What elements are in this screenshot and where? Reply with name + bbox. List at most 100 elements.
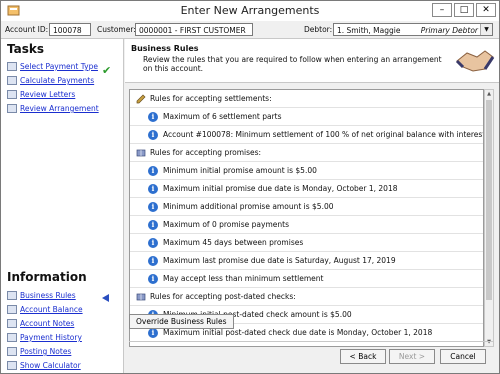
selected-arrow-icon [102, 294, 109, 302]
rule-group-header: Rules for accepting post-dated checks: [130, 288, 483, 306]
info-icon: i [148, 201, 158, 212]
business-rules-header: Business Rules Review the rules that you… [125, 39, 499, 83]
info-payment-history[interactable]: Payment History [7, 333, 82, 342]
pen-icon [136, 94, 146, 103]
rule-text: Rules for accepting promises: [150, 148, 262, 157]
info-account-notes[interactable]: Account Notes [7, 319, 74, 328]
posting-notes-icon [7, 347, 17, 356]
notes-icon [7, 319, 17, 328]
info-icon: i [148, 273, 158, 284]
info-link[interactable]: Show Calculator [20, 361, 81, 370]
task-icon [7, 62, 17, 71]
rule-item: i Maximum last promise due date is Saturd… [130, 252, 483, 270]
info-posting-notes[interactable]: Posting Notes [7, 347, 71, 356]
rule-item: i Maximum initial promise due date is Mon… [130, 180, 483, 198]
rule-text: Minimum initial promise amount is $5.00 [163, 166, 317, 175]
enter-arrangements-window: Enter New Arrangements – □ ✕ Account ID:… [0, 0, 500, 374]
rule-group-header: Rules for accepting promises: [130, 144, 483, 162]
info-account-balance[interactable]: Account Balance [7, 305, 83, 314]
info-icon: i [148, 255, 158, 266]
left-panel: Tasks Select Payment Type ✔ Calculate Pa… [1, 39, 124, 373]
rule-text: Maximum last promise due date is Saturda… [163, 256, 396, 265]
debtor-name: 1. Smith, Maggie [337, 26, 401, 35]
business-rules-description: Review the rules that you are required t… [143, 55, 442, 73]
info-link[interactable]: Posting Notes [20, 347, 71, 356]
business-rules-list[interactable]: Rules for accepting settlements: i Maximum… [129, 89, 484, 347]
handshake-icon [455, 50, 495, 72]
rule-item: i Maximum of 0 promise payments [130, 216, 483, 234]
rule-text: Rules for accepting post-dated checks: [150, 292, 296, 301]
minimize-button[interactable]: – [432, 3, 452, 17]
rule-item: i May accept less than minimum settlement [130, 270, 483, 288]
task-link[interactable]: Review Arrangement [20, 104, 99, 113]
task-icon [7, 104, 17, 113]
task-icon [7, 76, 17, 85]
rule-text: Minimum additional promise amount is $5.… [163, 202, 334, 211]
rule-text: Account #100078: Minimum settlement of 1… [163, 130, 483, 139]
task-link[interactable]: Select Payment Type [20, 62, 98, 71]
debtor-role: Primary Debtor [420, 26, 478, 35]
book-icon [7, 291, 17, 300]
tasks-title: Tasks [7, 42, 45, 56]
override-business-rules-button[interactable]: Override Business Rules [129, 314, 234, 329]
info-link[interactable]: Payment History [20, 333, 82, 342]
chevron-down-icon[interactable]: ▼ [480, 24, 492, 35]
rule-item: i Maximum of 6 settlement parts [130, 108, 483, 126]
info-icon: i [148, 111, 158, 122]
info-icon: i [148, 165, 158, 176]
back-button[interactable]: < Back [340, 349, 386, 364]
info-business-rules[interactable]: Business Rules [7, 291, 76, 300]
task-link[interactable]: Review Letters [20, 90, 75, 99]
rule-text: Rules for accepting settlements: [150, 94, 272, 103]
scroll-up-icon[interactable]: ▲ [485, 90, 493, 98]
rule-text: Maximum initial promise due date is Mond… [163, 184, 398, 193]
debtor-label: Debtor: [304, 25, 333, 34]
rule-text: Maximum 45 days between promises [163, 238, 304, 247]
account-id-label: Account ID: [5, 25, 49, 34]
info-link[interactable]: Account Notes [20, 319, 74, 328]
rule-group-header: Rules for accepting settlements: [130, 90, 483, 108]
info-link[interactable]: Business Rules [20, 291, 76, 300]
rule-item: i Maximum 45 days between promises [130, 234, 483, 252]
task-icon [7, 90, 17, 99]
window-title: Enter New Arrangements [180, 4, 320, 17]
info-icon: i [148, 237, 158, 248]
rule-text: Maximum of 6 settlement parts [163, 112, 282, 121]
cancel-button[interactable]: Cancel [440, 349, 486, 364]
task-calculate-payments[interactable]: Calculate Payments [7, 76, 94, 85]
rule-item: i Minimum initial promise amount is $5.00 [130, 162, 483, 180]
task-review-letters[interactable]: Review Letters [7, 90, 75, 99]
info-icon: i [148, 345, 158, 346]
book-icon [136, 293, 146, 300]
scroll-down-icon[interactable]: ▼ [485, 338, 493, 346]
next-button[interactable]: Next > [389, 349, 435, 364]
information-title: Information [7, 270, 87, 284]
account-header: Account ID: 100078 Customer: 0000001 - F… [1, 21, 499, 39]
task-review-arrangement[interactable]: Review Arrangement [7, 104, 99, 113]
info-show-calculator[interactable]: Show Calculator [7, 361, 81, 370]
info-icon: i [148, 327, 158, 338]
scroll-thumb[interactable] [486, 100, 492, 300]
scrollbar[interactable]: ▲ ▼ [484, 89, 494, 347]
checkmark-icon: ✔ [102, 64, 112, 77]
customer-field[interactable]: 0000001 - FIRST CUSTOMER [135, 23, 253, 36]
maximize-button[interactable]: □ [454, 3, 474, 17]
account-id-field[interactable]: 100078 [49, 23, 91, 36]
debtor-dropdown[interactable]: 1. Smith, Maggie Primary Debtor ▼ [333, 23, 493, 36]
rule-item: i Minimum additional post-dated check amo… [130, 342, 483, 347]
info-icon: i [148, 183, 158, 194]
rule-text: Minimum additional post-dated check amou… [163, 346, 368, 347]
info-link[interactable]: Account Balance [20, 305, 83, 314]
close-button[interactable]: ✕ [476, 3, 496, 17]
task-link[interactable]: Calculate Payments [20, 76, 94, 85]
title-bar: Enter New Arrangements – □ ✕ [1, 1, 499, 21]
rule-text: May accept less than minimum settlement [163, 274, 324, 283]
customer-label: Customer: [97, 25, 136, 34]
business-rules-title: Business Rules [131, 44, 199, 53]
history-icon [7, 333, 17, 342]
rule-item: i Account #100078: Minimum settlement of … [130, 126, 483, 144]
book-icon [136, 149, 146, 156]
rule-item: i Minimum additional promise amount is $5… [130, 198, 483, 216]
rule-text: Maximum of 0 promise payments [163, 220, 289, 229]
task-select-payment-type[interactable]: Select Payment Type [7, 62, 98, 71]
